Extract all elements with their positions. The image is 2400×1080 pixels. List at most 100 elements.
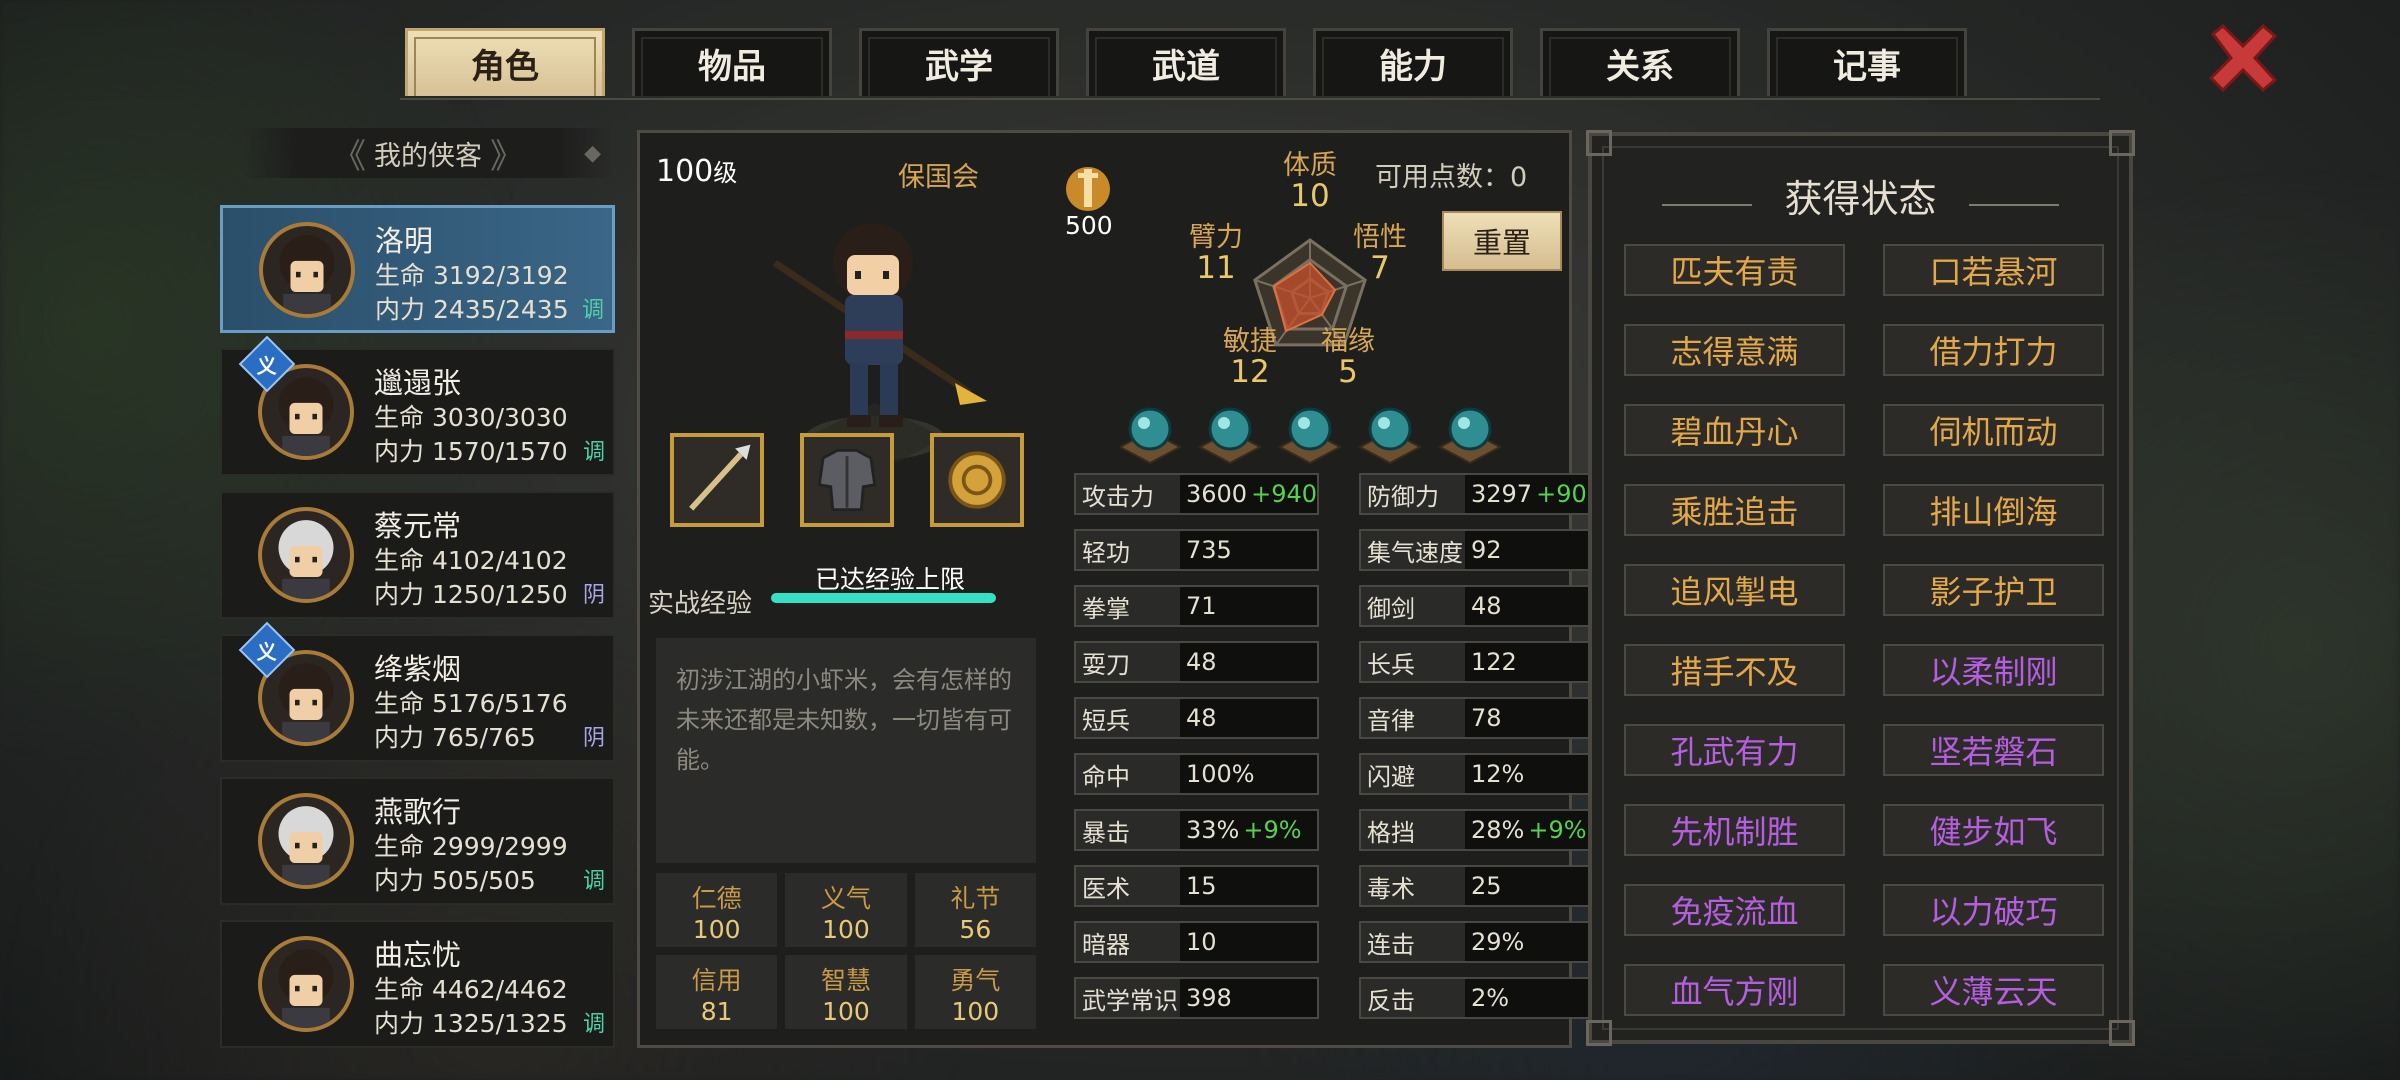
status-item[interactable]: 坚若磐石 (1883, 724, 2104, 776)
hero-card[interactable]: 蔡元常 生命 4102/4102 内力 1250/1250 阴 (220, 491, 615, 619)
status-item[interactable]: 血气方刚 (1624, 964, 1845, 1016)
stat-value: 29% (1471, 928, 1525, 956)
stat-name: 音律 (1361, 699, 1465, 737)
stat-row: 毒术 25 (1359, 865, 1604, 907)
fame-icon (1066, 167, 1110, 211)
stat-value: 735 (1186, 536, 1232, 564)
hero-mp: 内力 1570/1570 (374, 437, 568, 466)
status-item[interactable]: 措手不及 (1624, 644, 1845, 696)
stat-value: 48 (1471, 592, 1502, 620)
stat-row: 御剑 48 (1359, 585, 1604, 627)
exp-label: 实战经验 (648, 589, 753, 619)
tab-abilities[interactable]: 能力 (1313, 28, 1513, 96)
status-item[interactable]: 先机制胜 (1624, 804, 1845, 856)
tab-character[interactable]: 角色 (405, 28, 605, 96)
amulet-icon (948, 451, 1006, 509)
status-item[interactable]: 借力打力 (1883, 324, 2104, 376)
status-item[interactable]: 以力破巧 (1883, 884, 2104, 936)
frame-corner (2109, 1020, 2135, 1046)
hero-mp: 内力 1250/1250 (374, 580, 568, 609)
hero-mode-tag: 调 (582, 440, 605, 465)
reset-button[interactable]: 重置 (1442, 211, 1562, 271)
tab-martial-way[interactable]: 武道 (1086, 28, 1286, 96)
stat-name: 暴击 (1076, 811, 1180, 849)
equip-slot-armor[interactable] (800, 433, 894, 527)
stat-value: 398 (1186, 984, 1232, 1012)
stat-name: 格挡 (1361, 811, 1465, 849)
status-item[interactable]: 孔武有力 (1624, 724, 1845, 776)
status-item[interactable]: 追风掣电 (1624, 564, 1845, 616)
hero-mode-tag: 阴 (582, 583, 605, 608)
status-panel: 获得状态 匹夫有责 口若悬河 志得意满 借力打力 碧血丹心 伺机而动 乘胜追击 排山倒海 追风掣… (1586, 130, 2135, 1046)
radar-label: 福缘 5 (1308, 327, 1388, 388)
status-item[interactable]: 排山倒海 (1883, 484, 2104, 536)
tab-relations[interactable]: 关系 (1540, 28, 1740, 96)
hero-name: 蔡元常 (374, 509, 462, 543)
stat-name: 毒术 (1361, 867, 1465, 905)
stat-name: 集气速度 (1361, 531, 1465, 569)
virtue-name: 智慧 (820, 966, 871, 995)
stat-row: 连击 29% (1359, 921, 1604, 963)
virtue-cell: 仁德 100 (656, 873, 778, 947)
stat-value: 28% +9% (1471, 816, 1587, 844)
status-item[interactable]: 免疫流血 (1624, 884, 1845, 936)
stat-row: 反击 2% (1359, 977, 1604, 1019)
stat-value: 15 (1186, 872, 1217, 900)
tab-journal[interactable]: 记事 (1767, 28, 1967, 96)
stat-value: 48 (1186, 704, 1217, 732)
equip-slot-accessory[interactable] (930, 433, 1024, 527)
hero-name: 洛明 (375, 224, 434, 258)
hero-hp: 生命 3030/3030 (374, 403, 568, 432)
hero-hp: 生命 5176/5176 (374, 689, 568, 718)
tab-bar: 角色 物品 武学 武道 能力 关系 记事 (405, 28, 1994, 96)
tab-martial-arts[interactable]: 武学 (859, 28, 1059, 96)
stat-name: 防御力 (1361, 475, 1465, 513)
hero-card[interactable]: 曲忘忧 生命 4462/4462 内力 1325/1325 调 (220, 920, 615, 1048)
status-item[interactable]: 志得意满 (1624, 324, 1845, 376)
stat-value: 71 (1186, 592, 1217, 620)
virtue-name: 仁德 (691, 884, 742, 913)
stat-value: 25 (1471, 872, 1502, 900)
character-panel: 100级 保国会 实战经验 已达经验上限 初涉江湖的小虾米，会有怎样的未来还都是… (637, 130, 1604, 1048)
radar-value: 11 (1196, 250, 1236, 286)
status-item[interactable]: 乘胜追击 (1624, 484, 1845, 536)
close-icon[interactable] (2205, 20, 2281, 96)
status-item[interactable]: 匹夫有责 (1624, 244, 1845, 296)
avatar (259, 222, 355, 318)
virtue-name: 勇气 (950, 966, 1001, 995)
status-item[interactable]: 伺机而动 (1883, 404, 2104, 456)
stat-row: 耍刀 48 (1074, 641, 1319, 683)
hero-mp: 内力 765/765 (374, 723, 536, 752)
stat-row: 命中 100% (1074, 753, 1319, 795)
status-item[interactable]: 影子护卫 (1883, 564, 2104, 616)
radar-label: 悟性 7 (1340, 223, 1420, 284)
hero-card[interactable]: 燕歌行 生命 2999/2999 内力 505/505 调 (220, 777, 615, 905)
orb-icon (1120, 407, 1183, 465)
avatar (258, 793, 354, 889)
tab-items[interactable]: 物品 (632, 28, 832, 96)
stat-row: 轻功 735 (1074, 529, 1319, 571)
orb-icon (1197, 407, 1263, 465)
stat-name: 命中 (1076, 755, 1180, 793)
hero-card[interactable]: 绛紫烟 生命 5176/5176 内力 765/765 阴 义 (220, 621, 615, 762)
stat-value: 10 (1186, 928, 1217, 956)
chevron-right-icon[interactable]: 》 (490, 129, 524, 178)
status-item[interactable]: 义薄云天 (1883, 964, 2104, 1016)
chevron-left-icon[interactable]: 《 (332, 129, 366, 178)
hero-card[interactable]: 邋遢张 生命 3030/3030 内力 1570/1570 调 义 (220, 335, 615, 476)
status-item[interactable]: 健步如飞 (1883, 804, 2104, 856)
hero-card[interactable]: 洛明 生命 3192/3192 内力 2435/2435 调 (220, 205, 615, 333)
status-item[interactable]: 以柔制刚 (1883, 644, 2104, 696)
status-item[interactable]: 碧血丹心 (1624, 404, 1845, 456)
stat-name: 拳掌 (1076, 587, 1180, 625)
tab-underline (400, 98, 2100, 100)
virtue-name: 义气 (820, 884, 871, 913)
hero-mode-tag: 调 (582, 869, 605, 894)
status-item[interactable]: 口若悬河 (1883, 244, 2104, 296)
hero-mode-tag: 阴 (582, 726, 605, 751)
equip-slot-weapon[interactable] (670, 433, 764, 527)
stat-row: 闪避 12% (1359, 753, 1604, 795)
stat-row: 音律 78 (1359, 697, 1604, 739)
frame-corner (2109, 130, 2135, 156)
hero-mode-tag: 调 (582, 1012, 605, 1037)
